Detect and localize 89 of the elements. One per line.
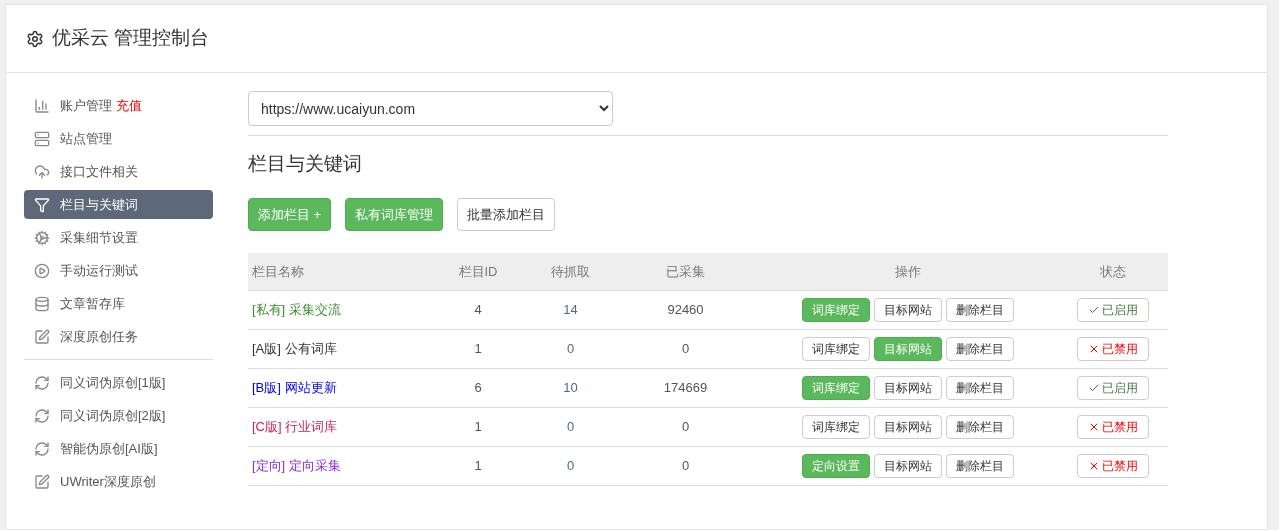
sidebar-item[interactable]: 智能伪原创[AI版]	[24, 434, 213, 463]
filter-icon	[34, 196, 50, 213]
table-cell-text: 1	[473, 457, 483, 476]
column-header: 状态	[1099, 262, 1127, 281]
column-name[interactable]: [B版] 网站更新	[252, 380, 337, 396]
cross-icon	[1088, 343, 1100, 355]
table-cell-text: 0	[680, 418, 691, 437]
sidebar-item[interactable]: 同义词伪原创[1版]	[24, 368, 213, 397]
sidebar-item[interactable]: 文章暂存库	[24, 289, 213, 318]
action-button[interactable]: 删除栏目	[946, 298, 1014, 322]
sidebar-item[interactable]: 接口文件相关	[24, 157, 213, 186]
bar-chart-icon	[34, 97, 50, 114]
table-cell-text: 1	[473, 418, 483, 437]
database-icon	[34, 295, 50, 312]
status-button[interactable]: 已禁用	[1077, 415, 1149, 439]
column-name[interactable]: [私有] 采集交流	[252, 302, 341, 318]
page-title: 优采云 管理控制台	[52, 26, 210, 51]
table-cell-text: 1	[473, 340, 483, 359]
recharge-link[interactable]: 充值	[116, 95, 142, 116]
cloud-upload-icon	[34, 163, 50, 180]
status-button[interactable]: 已禁用	[1077, 337, 1149, 361]
check-icon	[1088, 382, 1100, 394]
column-header: 操作	[894, 262, 922, 281]
action-button[interactable]: 删除栏目	[946, 454, 1014, 478]
sidebar-label: 智能伪原创[AI版]	[60, 439, 158, 458]
gears-icon	[34, 229, 50, 246]
table-cell-text: 4	[473, 301, 483, 320]
action-button[interactable]: 删除栏目	[946, 337, 1014, 361]
settings-icon	[26, 29, 44, 48]
sidebar-label: 同义词伪原创[2版]	[60, 406, 166, 425]
action-button[interactable]: 目标网站	[874, 415, 942, 439]
sidebar-label: 采集细节设置	[60, 228, 138, 247]
sidebar-label: 手动运行测试	[60, 261, 138, 280]
status-button[interactable]: 已启用	[1077, 376, 1149, 400]
refresh-icon	[34, 440, 50, 457]
action-button[interactable]: 目标网站	[874, 454, 942, 478]
table-cell-text: 0	[565, 340, 576, 359]
status-button[interactable]: 已禁用	[1077, 454, 1149, 478]
table-cell-text: 92460	[666, 301, 705, 320]
edit-icon	[34, 328, 50, 345]
action-button[interactable]: 目标网站	[874, 298, 942, 322]
check-icon	[1088, 304, 1100, 316]
sidebar-item[interactable]: 站点管理	[24, 124, 213, 153]
status-button[interactable]: 已启用	[1077, 298, 1149, 322]
refresh-icon	[34, 374, 50, 391]
table-cell-text: 174669	[662, 379, 709, 398]
column-header: 栏目名称	[251, 262, 305, 281]
sidebar-label: 栏目与关键词	[60, 195, 138, 214]
sidebar-item[interactable]: UWriter深度原创	[24, 467, 213, 496]
table-cell-text: 0	[680, 340, 691, 359]
column-name[interactable]: [C版] 行业词库	[252, 419, 338, 435]
sidebar-label: 深度原创任务	[60, 327, 138, 346]
action-button[interactable]: 词库绑定	[802, 415, 870, 439]
column-name[interactable]: [A版] 公有词库	[252, 341, 337, 357]
sidebar-label: 接口文件相关	[60, 162, 138, 181]
sidebar-item[interactable]: 采集细节设置	[24, 223, 213, 252]
section-title: 栏目与关键词	[248, 152, 363, 176]
sidebar-item[interactable]: 手动运行测试	[24, 256, 213, 285]
play-icon	[34, 262, 50, 279]
column-name[interactable]: [定向] 定向采集	[252, 458, 341, 474]
action-button[interactable]: 词库绑定	[802, 337, 870, 361]
sidebar-label: 同义词伪原创[1版]	[60, 373, 166, 392]
sidebar-item[interactable]: 栏目与关键词	[24, 190, 213, 219]
sidebar-label: 文章暂存库	[60, 294, 125, 313]
action-button[interactable]: 目标网站	[874, 376, 942, 400]
sidebar-label: 账户管理	[60, 96, 112, 115]
sidebar-item[interactable]: 深度原创任务	[24, 322, 213, 351]
edit-icon	[34, 473, 50, 490]
table-cell-text: 10	[562, 379, 579, 398]
sidebar-item[interactable]: 账户管理 充值	[24, 91, 213, 120]
site-select[interactable]: https://www.ucaiyun.com	[248, 91, 613, 126]
sidebar-label: UWriter深度原创	[60, 472, 156, 491]
table-cell-text: 0	[565, 457, 576, 476]
column-header: 已采集	[665, 262, 706, 281]
action-button[interactable]: 删除栏目	[946, 376, 1014, 400]
cross-icon	[1088, 421, 1100, 433]
table-cell-text: 6	[473, 379, 483, 398]
refresh-icon	[34, 407, 50, 424]
server-icon	[34, 130, 50, 147]
sidebar-label: 站点管理	[60, 129, 112, 148]
table-cell-text: 14	[562, 301, 579, 320]
cross-icon	[1088, 460, 1100, 472]
toolbar-button[interactable]: 批量添加栏目	[457, 198, 556, 231]
column-header: 栏目ID	[457, 262, 499, 281]
table-cell-text: 0	[680, 457, 691, 476]
action-button[interactable]: 删除栏目	[946, 415, 1014, 439]
table-cell-text: 0	[565, 418, 576, 437]
column-header: 待抓取	[550, 262, 591, 281]
sidebar-item[interactable]: 同义词伪原创[2版]	[24, 401, 213, 430]
